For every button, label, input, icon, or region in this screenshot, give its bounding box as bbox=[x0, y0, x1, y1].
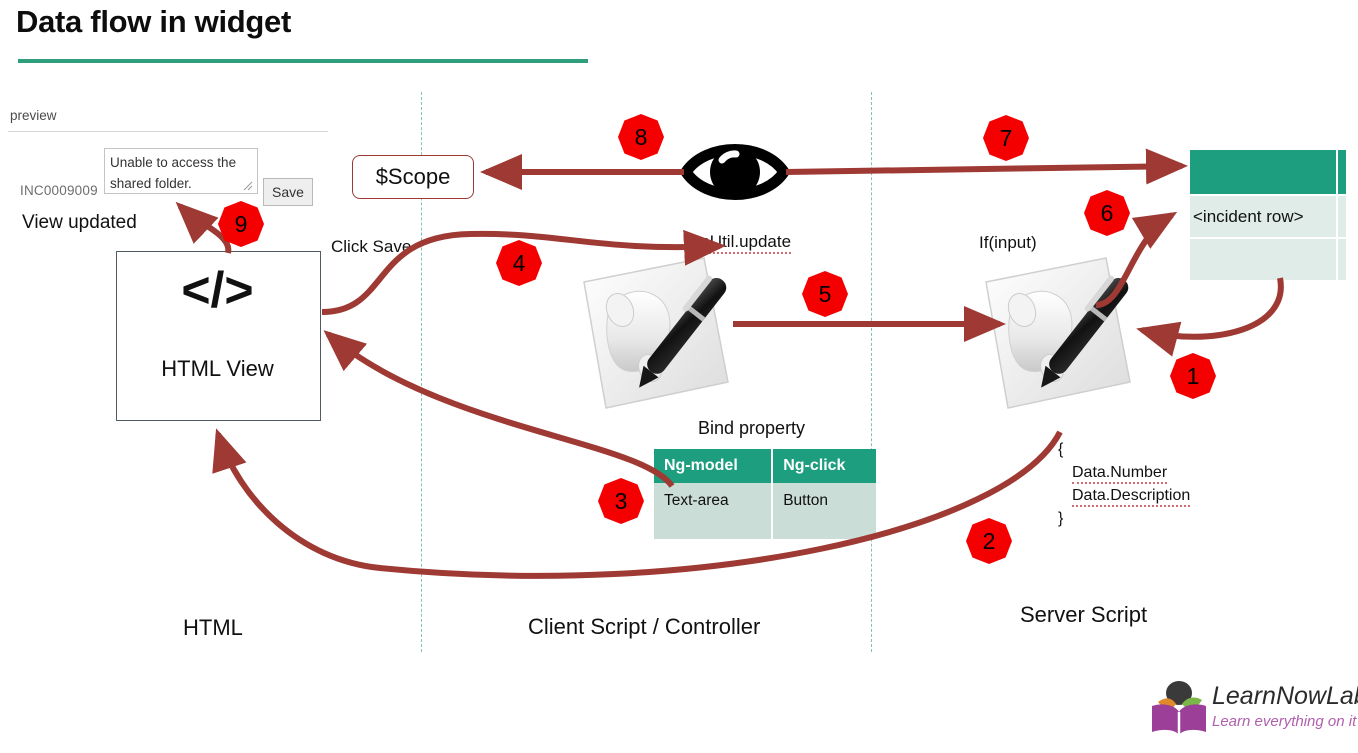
cell-incident-row: <incident row> bbox=[1190, 194, 1339, 238]
title-underline-rule bbox=[18, 59, 588, 63]
table-row: Text-area Button bbox=[654, 483, 876, 539]
column-header-ng-model: Ng-model bbox=[654, 449, 774, 483]
incident-header-cell-1 bbox=[1190, 150, 1339, 195]
preview-divider bbox=[8, 131, 328, 132]
cell-button: Button bbox=[772, 483, 876, 539]
html-view-label: HTML View bbox=[161, 356, 274, 381]
cell-incident-blank-1 bbox=[1337, 194, 1346, 238]
incident-header-cell-2 bbox=[1337, 150, 1346, 195]
click-save-label: Click Save bbox=[331, 237, 412, 256]
cell-incident-blank-3 bbox=[1337, 237, 1346, 280]
if-input-label: If(input) bbox=[979, 233, 1037, 252]
step-marker-5: 5 bbox=[802, 271, 848, 317]
zone-label-client-script: Client Script / Controller bbox=[528, 614, 761, 639]
table-header-row: Ng-model Ng-click bbox=[654, 449, 876, 483]
script-pen-icon-client bbox=[583, 257, 729, 409]
step-marker-8: 8 bbox=[618, 114, 664, 160]
arrow-step-3 bbox=[323, 330, 675, 488]
bind-property-table: Ng-model Ng-click Text-area Button bbox=[654, 449, 876, 539]
textarea-resize-grip-icon[interactable] bbox=[243, 181, 253, 191]
step-marker-9: 9 bbox=[218, 201, 264, 247]
code-line-open-brace: { bbox=[1058, 441, 1064, 458]
step-marker-2: 2 bbox=[966, 518, 1012, 564]
table-header-row bbox=[1190, 150, 1346, 195]
step-marker-1: 1 bbox=[1170, 353, 1216, 399]
learnnowlab-logo: LearnNowLab Learn everything on it bbox=[1146, 680, 1358, 742]
server-code-block: { Data.Number Data.Description } bbox=[1058, 438, 1191, 530]
incident-number-label: INC0009009 bbox=[20, 183, 98, 198]
arrow-step-7 bbox=[785, 148, 1188, 185]
column-header-ng-click: Ng-click bbox=[772, 449, 876, 483]
description-textarea-value: Unable to access the shared folder. bbox=[110, 155, 237, 191]
logo-tagline: Learn everything on it bbox=[1212, 713, 1357, 730]
code-line-data-description: Data.Description bbox=[1072, 487, 1191, 507]
incident-table: <incident row> bbox=[1190, 150, 1346, 280]
code-line-close-brace: } bbox=[1058, 510, 1064, 527]
save-button[interactable]: Save bbox=[263, 178, 313, 206]
script-pen-icon-server bbox=[985, 257, 1131, 409]
preview-label: preview bbox=[10, 108, 57, 123]
cell-text-area: Text-area bbox=[654, 483, 774, 539]
eye-icon bbox=[679, 144, 791, 200]
view-updated-status: View updated bbox=[22, 212, 137, 233]
zone-label-html: HTML bbox=[183, 615, 243, 640]
zone-divider-client-server bbox=[871, 92, 872, 652]
code-line-data-number: Data.Number bbox=[1072, 464, 1168, 484]
cell-incident-blank-2 bbox=[1190, 237, 1339, 280]
sputil-update-text: SpUtil.update bbox=[689, 232, 792, 254]
code-tag-icon: </> bbox=[181, 262, 254, 318]
zone-label-server-script: Server Script bbox=[1020, 602, 1148, 627]
step-marker-7: 7 bbox=[983, 115, 1029, 161]
sputil-update-label: SpUtil.update bbox=[689, 232, 792, 254]
table-row bbox=[1190, 237, 1346, 280]
step-marker-6: 6 bbox=[1084, 190, 1130, 236]
page-title: Data flow in widget bbox=[16, 4, 292, 39]
step-marker-4: 4 bbox=[496, 240, 542, 286]
scope-box: $Scope bbox=[352, 155, 474, 199]
step-marker-3: 3 bbox=[598, 478, 644, 524]
arrow-step-1 bbox=[1136, 277, 1284, 357]
bind-property-label: Bind property bbox=[698, 418, 806, 438]
logo-title: LearnNowLab bbox=[1212, 682, 1358, 710]
table-row: <incident row> bbox=[1190, 194, 1346, 238]
